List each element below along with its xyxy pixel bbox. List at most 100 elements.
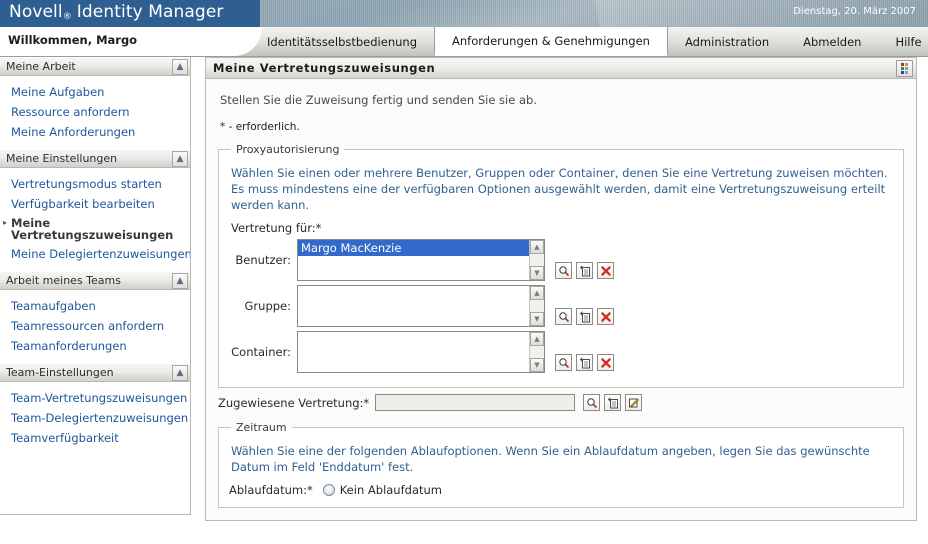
field-row-user: Benutzer: Margo MacKenzie ▲ ▼: [229, 239, 893, 281]
sidebar-item-team-requests[interactable]: Teamanforderungen: [0, 336, 190, 356]
brand-product-name: Novell: [9, 2, 63, 22]
group-listbox[interactable]: ▲ ▼: [297, 285, 545, 327]
radio-icon[interactable]: [322, 484, 335, 496]
scroll-up-icon[interactable]: ▲: [530, 240, 544, 254]
sidebar-links-my-work: Meine Aufgaben Ressource anfordern Meine…: [0, 76, 190, 149]
chevron-up-double-icon[interactable]: ▲: [172, 59, 188, 75]
sidebar-section-title: Team-Einstellungen: [6, 366, 114, 379]
application-window: Novell® Identity Manager Dienstag, 20. Mä…: [0, 0, 928, 544]
remove-icon[interactable]: [597, 308, 614, 325]
brand-suite-name: Identity Manager: [76, 2, 224, 22]
tab-strip: Willkommen, Margo Identitätsselbstbedien…: [0, 27, 928, 57]
sidebar-item-request-resource[interactable]: Ressource anfordern: [0, 102, 190, 122]
period-fieldset: Zeitraum Wählen Sie eine der folgenden A…: [218, 421, 904, 508]
group-listbox-scrollbar[interactable]: ▲ ▼: [529, 286, 544, 326]
page-title: Meine Vertretungszuweisungen: [213, 61, 436, 75]
container-action-icons: [555, 354, 618, 373]
listbox-option-selected[interactable]: [298, 332, 544, 334]
tab-administration[interactable]: Administration: [668, 27, 786, 56]
sidebar-item-team-tasks[interactable]: Teamaufgaben: [0, 296, 190, 316]
field-row-group: Gruppe: ▲ ▼: [229, 285, 893, 327]
scroll-down-icon[interactable]: ▼: [530, 358, 544, 372]
assigned-proxy-icons: [583, 394, 646, 411]
sidebar-item-team-availability[interactable]: Teamverfügbarkeit: [0, 428, 190, 448]
listbox-option-selected[interactable]: Margo MacKenzie: [298, 240, 544, 256]
period-help-text: Wählen Sie eine der folgenden Ablaufopti…: [231, 444, 870, 474]
container-label: Container:: [231, 345, 291, 359]
container-listbox[interactable]: ▲ ▼: [297, 331, 545, 373]
sidebar-item-my-requests[interactable]: Meine Anforderungen: [0, 122, 190, 142]
proxy-help-text: Wählen Sie einen oder mehrere Benutzer, …: [231, 166, 888, 212]
listbox-option-selected[interactable]: [298, 286, 544, 288]
registered-mark-icon: ®: [62, 12, 72, 22]
brand-logo-area: Novell® Identity Manager: [0, 0, 260, 27]
color-grid-glyph: [901, 63, 908, 74]
scroll-up-icon[interactable]: ▲: [530, 332, 544, 346]
chevron-up-double-icon[interactable]: ▲: [172, 365, 188, 381]
tab-help[interactable]: Hilfe: [878, 27, 928, 56]
sidebar-item-team-delegate-assignments[interactable]: Team-Delegiertenzuweisungen: [0, 408, 190, 428]
sidebar-item-my-delegate-assignments[interactable]: Meine Delegiertenzuweisungen: [0, 244, 190, 264]
add-entry-icon[interactable]: [576, 262, 593, 279]
sidebar-section-title: Meine Arbeit: [6, 60, 76, 73]
sidebar-section-header-team-settings: Team-Einstellungen ▲: [0, 363, 190, 382]
sidebar-item-start-proxy-mode[interactable]: Vertretungsmodus starten: [0, 174, 190, 194]
container-listbox-scrollbar[interactable]: ▲ ▼: [529, 332, 544, 372]
search-icon[interactable]: [555, 262, 572, 279]
sidebar-section-header-my-settings: Meine Einstellungen ▲: [0, 149, 190, 168]
sidebar: Meine Arbeit ▲ Meine Aufgaben Ressource …: [0, 57, 191, 515]
chevron-up-double-icon[interactable]: ▲: [172, 273, 188, 289]
sidebar-section-header-my-work: Meine Arbeit ▲: [0, 57, 190, 76]
proxy-authorization-fieldset: Proxyautorisierung Wählen Sie einen oder…: [218, 143, 904, 388]
add-entry-icon[interactable]: [576, 354, 593, 371]
sidebar-links-my-settings: Vertretungsmodus starten Verfügbarkeit b…: [0, 168, 190, 271]
period-legend: Zeitraum: [236, 421, 287, 434]
proxy-authorization-legend: Proxyautorisierung: [236, 143, 340, 156]
assigned-proxy-input[interactable]: [375, 394, 576, 411]
search-icon[interactable]: [583, 394, 601, 411]
scroll-down-icon[interactable]: ▼: [530, 266, 544, 280]
remove-icon[interactable]: [597, 262, 614, 279]
welcome-message: Willkommen, Margo: [8, 33, 138, 47]
add-entry-icon[interactable]: [604, 394, 622, 411]
user-action-icons: [555, 262, 618, 281]
search-icon[interactable]: [555, 308, 572, 325]
scroll-up-icon[interactable]: ▲: [530, 286, 544, 300]
page-body: Meine Arbeit ▲ Meine Aufgaben Ressource …: [0, 57, 928, 544]
assigned-proxy-row: Zugewiesene Vertretung:*: [218, 394, 904, 411]
sidebar-item-request-team-resources[interactable]: Teamressourcen anfordern: [0, 316, 190, 336]
expiry-option-no-expiry[interactable]: Kein Ablaufdatum: [322, 483, 442, 497]
sidebar-links-team-work: Teamaufgaben Teamressourcen anfordern Te…: [0, 290, 190, 363]
sidebar-section-title: Arbeit meines Teams: [6, 274, 121, 287]
tab-logout[interactable]: Abmelden: [786, 27, 878, 56]
panel-header: Meine Vertretungszuweisungen: [205, 57, 917, 79]
group-action-icons: [555, 308, 618, 327]
group-label: Gruppe:: [244, 299, 291, 313]
tab-requests-approvals[interactable]: Anforderungen & Genehmigungen: [434, 27, 668, 56]
user-listbox-scrollbar[interactable]: ▲ ▼: [529, 240, 544, 280]
color-grid-icon[interactable]: [896, 60, 913, 77]
assigned-proxy-label: Zugewiesene Vertretung:*: [218, 395, 370, 410]
sidebar-item-my-proxy-assignments[interactable]: ▸ Meine Vertretungszuweisungen: [0, 214, 190, 244]
scroll-down-icon[interactable]: ▼: [530, 312, 544, 326]
field-row-container: Container: ▲ ▼: [229, 331, 893, 373]
remove-icon[interactable]: [597, 354, 614, 371]
user-listbox[interactable]: Margo MacKenzie ▲ ▼: [297, 239, 545, 281]
proxy-for-label: Vertretung für:*: [231, 221, 322, 235]
sidebar-item-my-tasks[interactable]: Meine Aufgaben: [0, 82, 190, 102]
current-date: Dienstag, 20. März 2007: [793, 6, 916, 17]
search-icon[interactable]: [555, 354, 572, 371]
active-item-bullet-icon: ▸: [3, 218, 8, 227]
intro-text: Stellen Sie die Zuweisung fertig und sen…: [220, 93, 537, 107]
chevron-up-double-icon[interactable]: ▲: [172, 151, 188, 167]
sidebar-item-edit-availability[interactable]: Verfügbarkeit bearbeiten: [0, 194, 190, 214]
sidebar-links-team-settings: Team-Vertretungszuweisungen Team-Delegie…: [0, 382, 190, 455]
required-note: * - erforderlich.: [220, 121, 300, 133]
brand-title: Novell® Identity Manager: [9, 2, 223, 22]
sidebar-item-team-proxy-assignments[interactable]: Team-Vertretungszuweisungen: [0, 388, 190, 408]
tab-identity-self-service[interactable]: Identitätsselbstbedienung: [250, 27, 434, 56]
edit-icon[interactable]: [625, 394, 643, 411]
expiry-row: Ablaufdatum:* Kein Ablaufdatum: [229, 483, 893, 497]
add-entry-icon[interactable]: [576, 308, 593, 325]
brand-bar: Novell® Identity Manager Dienstag, 20. Mä…: [0, 0, 928, 27]
